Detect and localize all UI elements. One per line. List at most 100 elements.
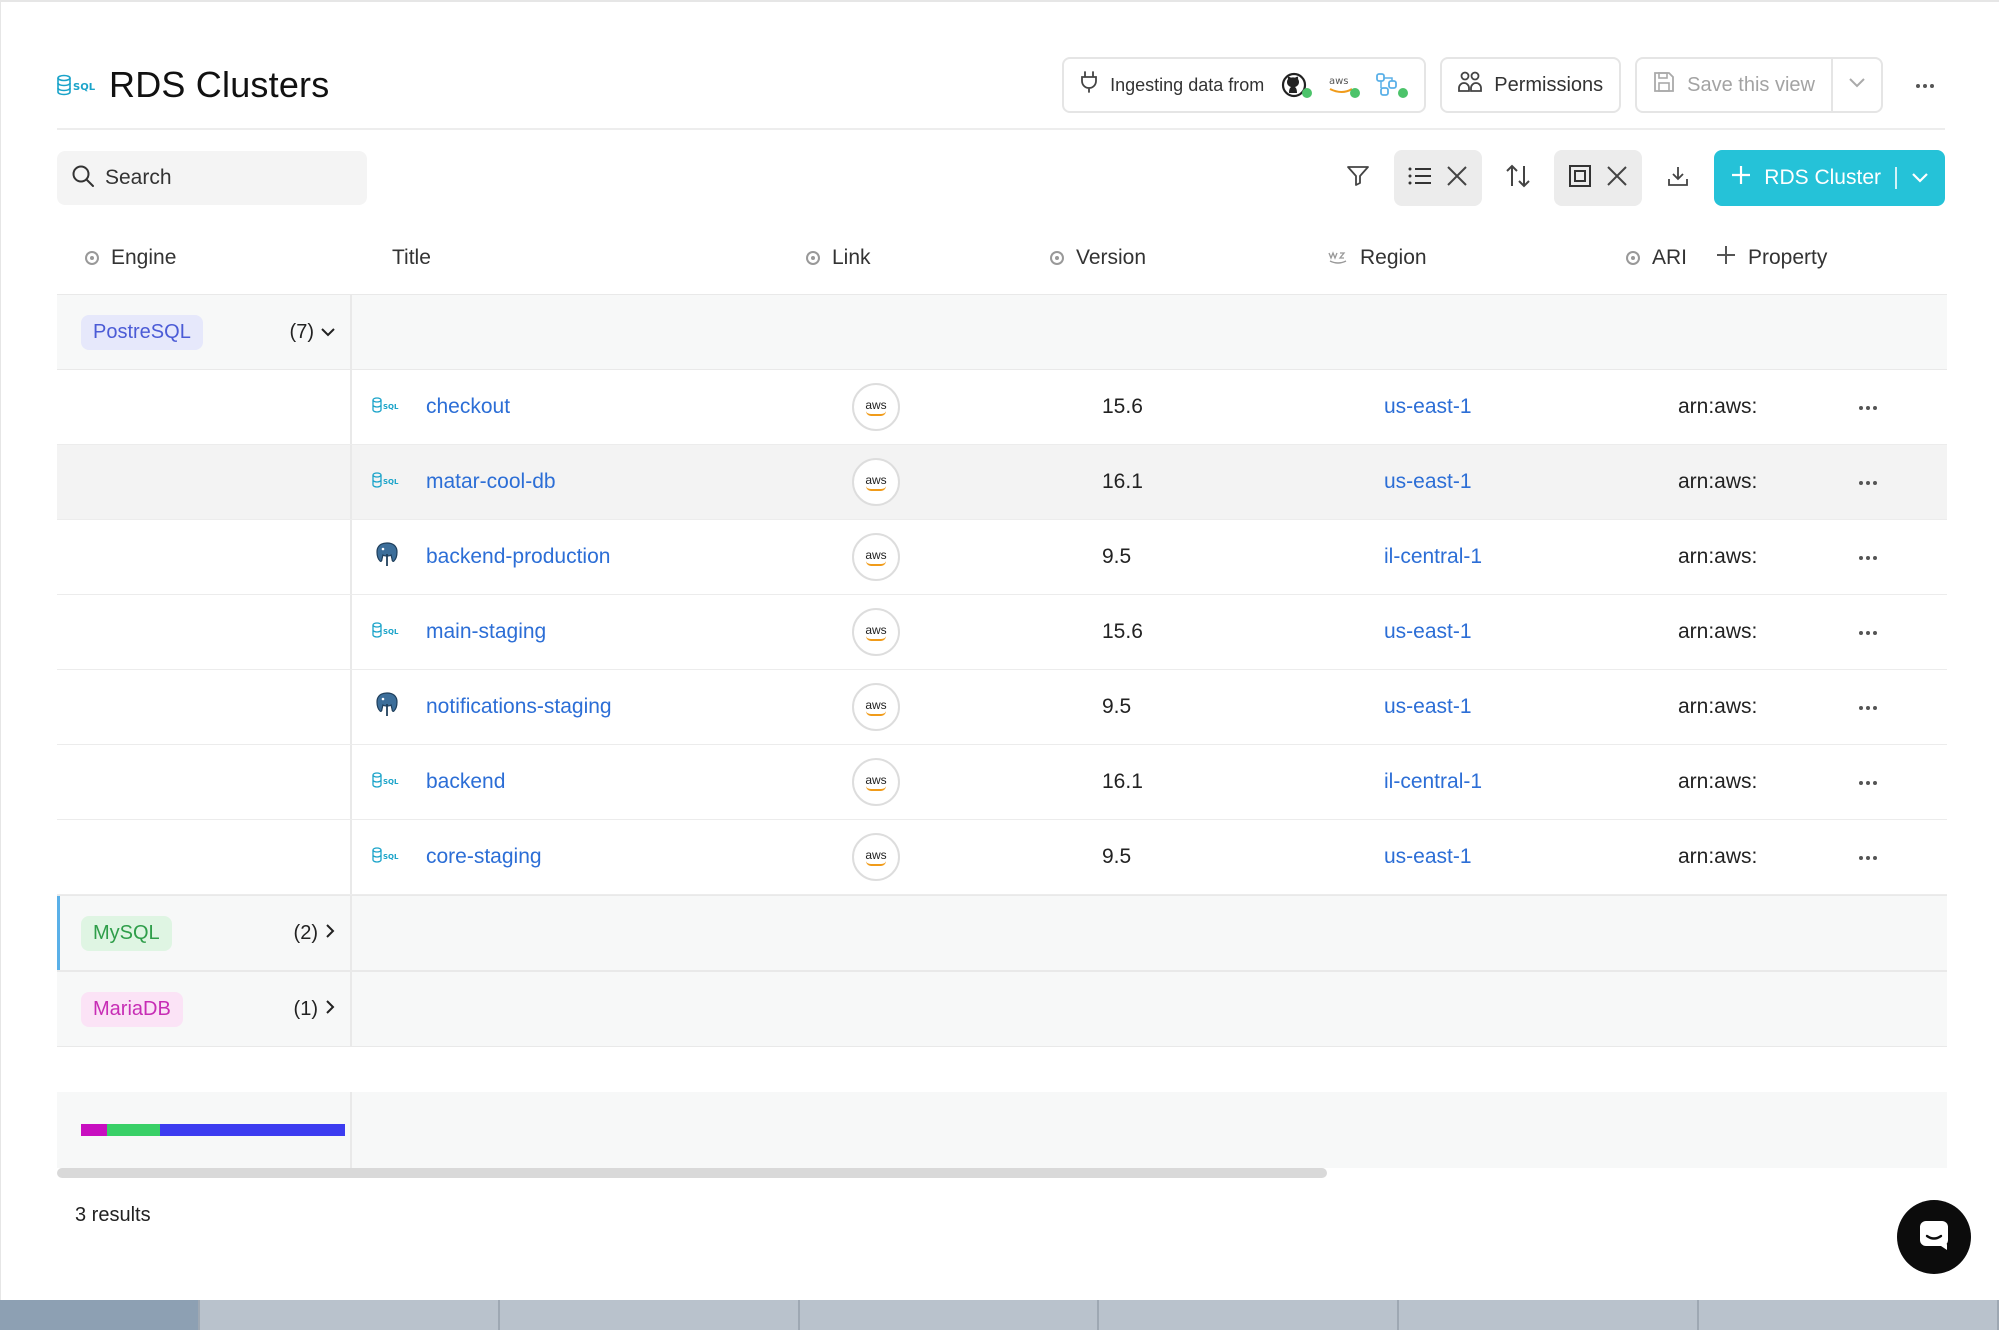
table-row[interactable]: backend-production aws 9.5 il-central-1 … xyxy=(57,520,1947,595)
close-icon[interactable] xyxy=(1446,165,1468,192)
aws-link-icon[interactable]: aws xyxy=(852,758,900,806)
app-frame: SQL RDS Clusters Ingesting data from aws xyxy=(0,0,1999,1300)
group-count: (1) xyxy=(294,998,336,1021)
sort-button[interactable] xyxy=(1496,151,1540,205)
download-icon xyxy=(1666,164,1690,193)
more-horizontal-icon xyxy=(1858,848,1878,866)
cluster-title-link[interactable]: matar-cool-db xyxy=(426,470,556,494)
ari-cell: arn:aws: xyxy=(1678,620,1758,643)
table-row[interactable]: SQL core-staging aws 9.5 us-east-1 arn:a… xyxy=(57,820,1947,895)
column-header-link[interactable]: Link xyxy=(802,246,1050,270)
region-link[interactable]: us-east-1 xyxy=(1384,620,1678,644)
data-rows: SQL checkout aws 15.6 us-east-1 arn:aws:… xyxy=(57,370,1947,895)
row-actions-button[interactable] xyxy=(1848,548,1888,566)
aws-link-icon[interactable]: aws xyxy=(852,833,900,881)
table-row[interactable]: SQL matar-cool-db aws 16.1 us-east-1 arn… xyxy=(57,445,1947,520)
region-link[interactable]: us-east-1 xyxy=(1384,845,1678,869)
svg-text:SQL: SQL xyxy=(383,628,399,636)
chevron-right-icon[interactable] xyxy=(324,922,336,945)
aws-link-icon[interactable]: aws xyxy=(852,458,900,506)
search-input[interactable] xyxy=(105,166,345,190)
region-link[interactable]: us-east-1 xyxy=(1384,470,1678,494)
row-actions-button[interactable] xyxy=(1848,848,1888,866)
region-link[interactable]: il-central-1 xyxy=(1384,770,1678,794)
ari-cell: arn:aws: xyxy=(1678,395,1758,418)
chevron-down-icon[interactable] xyxy=(1911,166,1929,190)
horizontal-scrollbar[interactable] xyxy=(57,1168,1327,1178)
engine-badge: MySQL xyxy=(81,915,172,951)
group-count: (2) xyxy=(294,922,336,945)
version-cell: 9.5 xyxy=(1102,845,1132,868)
chevron-down-icon[interactable] xyxy=(320,321,336,344)
list-icon xyxy=(1408,166,1432,191)
chevron-down-icon xyxy=(1848,76,1866,94)
region-link[interactable]: us-east-1 xyxy=(1384,395,1678,419)
row-actions-button[interactable] xyxy=(1848,398,1888,416)
aws-link-icon[interactable]: aws xyxy=(852,683,900,731)
column-header-version[interactable]: Version xyxy=(1050,246,1328,270)
filter-button[interactable] xyxy=(1336,151,1380,205)
table-row[interactable]: SQL checkout aws 15.6 us-east-1 arn:aws: xyxy=(57,370,1947,445)
column-header-engine[interactable]: Engine xyxy=(57,246,352,270)
group-by-chip[interactable] xyxy=(1394,150,1483,206)
table-row[interactable]: SQL main-staging aws 15.6 us-east-1 arn:… xyxy=(57,595,1947,670)
group-row-mysql[interactable]: MySQL (2) xyxy=(57,895,1947,971)
svg-text:SQL: SQL xyxy=(383,853,399,861)
permissions-button[interactable]: Permissions xyxy=(1440,57,1622,113)
summary-row xyxy=(57,1092,1947,1168)
more-horizontal-icon xyxy=(1858,773,1878,791)
distribution-segment xyxy=(160,1124,345,1136)
aws-icon-text: aws xyxy=(1329,76,1349,87)
row-actions-button[interactable] xyxy=(1848,473,1888,491)
frame-icon xyxy=(1568,164,1592,193)
save-view-button[interactable]: Save this view xyxy=(1637,59,1831,111)
column-header-ari[interactable]: ARI xyxy=(1626,246,1716,270)
aws-link-icon[interactable]: aws xyxy=(852,383,900,431)
sql-database-icon: SQL xyxy=(372,846,402,869)
sql-database-icon: SQL xyxy=(372,471,402,494)
cluster-title-link[interactable]: backend xyxy=(426,770,505,794)
cluster-title-link[interactable]: notifications-staging xyxy=(426,695,612,719)
cluster-title-link[interactable]: checkout xyxy=(426,395,510,419)
column-label: Link xyxy=(832,246,871,269)
export-button[interactable] xyxy=(1656,151,1700,205)
plus-icon xyxy=(1730,164,1752,192)
table-row[interactable]: notifications-staging aws 9.5 us-east-1 … xyxy=(57,670,1947,745)
save-view-label: Save this view xyxy=(1687,73,1815,96)
add-rds-cluster-button[interactable]: RDS Cluster xyxy=(1714,150,1945,206)
postgres-elephant-icon xyxy=(372,690,402,725)
group-row-mariadb[interactable]: MariaDB (1) xyxy=(57,971,1947,1047)
more-horizontal-icon xyxy=(1915,76,1935,94)
region-link[interactable]: il-central-1 xyxy=(1384,545,1678,569)
column-label: Title xyxy=(392,246,431,269)
table-row[interactable]: SQL backend aws 16.1 il-central-1 arn:aw… xyxy=(57,745,1947,820)
page-title: RDS Clusters xyxy=(109,64,330,105)
version-cell: 15.6 xyxy=(1102,620,1143,643)
cluster-title-link[interactable]: core-staging xyxy=(426,845,542,869)
more-options-button[interactable] xyxy=(1905,65,1945,105)
column-header-title[interactable]: Title xyxy=(352,246,802,270)
save-view-group: Save this view xyxy=(1635,57,1883,113)
aws-link-icon[interactable]: aws xyxy=(852,608,900,656)
cluster-title-link[interactable]: main-staging xyxy=(426,620,546,644)
chat-support-button[interactable] xyxy=(1897,1200,1971,1274)
close-icon[interactable] xyxy=(1606,165,1628,192)
save-view-dropdown[interactable] xyxy=(1831,59,1881,111)
toolbar-actions: RDS Cluster xyxy=(1336,150,1945,206)
columns-chip[interactable] xyxy=(1554,150,1643,206)
version-cell: 15.6 xyxy=(1102,395,1143,418)
floppy-disk-icon xyxy=(1653,71,1675,99)
row-actions-button[interactable] xyxy=(1848,623,1888,641)
group-row-postresql[interactable]: PostreSQL (7) xyxy=(57,294,1947,370)
chevron-right-icon[interactable] xyxy=(324,998,336,1021)
ingesting-data-button[interactable]: Ingesting data from aws xyxy=(1062,57,1427,113)
engine-badge: PostreSQL xyxy=(81,314,203,350)
region-link[interactable]: us-east-1 xyxy=(1384,695,1678,719)
aws-link-icon[interactable]: aws xyxy=(852,533,900,581)
row-actions-button[interactable] xyxy=(1848,773,1888,791)
column-header-region[interactable]: Region xyxy=(1328,246,1626,270)
add-property-button[interactable]: Property xyxy=(1716,245,1856,271)
cluster-title-link[interactable]: backend-production xyxy=(426,545,610,569)
row-actions-button[interactable] xyxy=(1848,698,1888,716)
users-icon xyxy=(1458,70,1483,100)
